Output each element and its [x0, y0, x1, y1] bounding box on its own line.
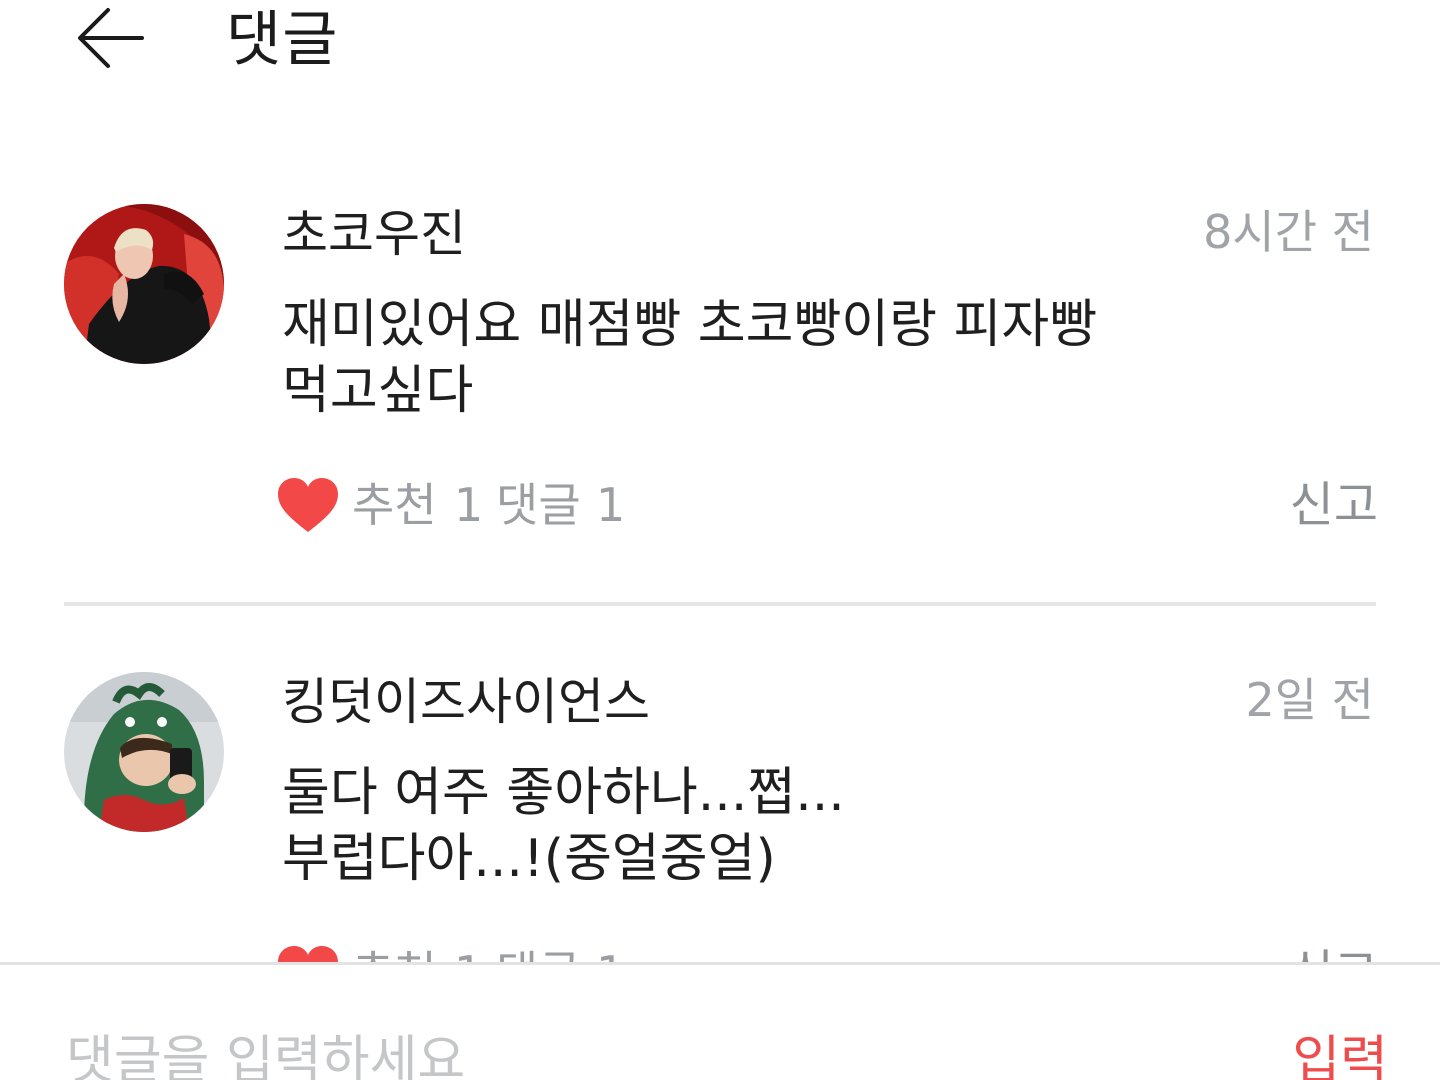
comment-body: 재미있어요 매점빵 초코빵이랑 피자빵 먹고싶다 [282, 292, 1282, 424]
recommend-count: 1 [454, 478, 484, 532]
reply-link[interactable]: 댓글 [496, 942, 581, 964]
recommend-count: 1 [454, 942, 483, 964]
comment-text-line: 재미있어요 매점빵 초코빵이랑 피자빵 [282, 295, 1098, 355]
avatar-image [64, 672, 224, 832]
avatar[interactable] [64, 672, 224, 832]
comment-author[interactable]: 초코우진 [282, 202, 466, 266]
comment-text-line: 먹고싶다 [282, 361, 474, 421]
recommend-button[interactable] [278, 478, 338, 534]
comment-time: 8시간 전 [1203, 205, 1374, 259]
divider [64, 602, 1376, 606]
comment-text-line: 둘다 여주 좋아하나...쩝... [282, 763, 845, 823]
report-button[interactable]: 신고 [1290, 942, 1378, 964]
page-title: 댓글 [226, 5, 339, 75]
arrow-left-icon [78, 8, 144, 68]
comment-actions: 추천 1 댓글 1 신고 [278, 474, 1378, 538]
back-button[interactable] [72, 2, 148, 74]
heart-icon [278, 478, 338, 532]
avatar[interactable] [64, 204, 224, 364]
recommend-label: 추천 [352, 478, 437, 532]
reply-link[interactable]: 댓글 [496, 474, 581, 536]
comment-item: 초코우진 8시간 전 재미있어요 매점빵 초코빵이랑 피자빵 먹고싶다 추천 1… [0, 200, 1440, 606]
comment-actions: 추천 1 댓글 1 신고 [278, 942, 1378, 964]
recommend-label: 추천 [352, 942, 437, 964]
reply-count: 1 [596, 478, 626, 532]
comment-time: 2일 전 [1245, 673, 1374, 727]
comments-screen: 댓글 초코우진 8시간 전 재미있어요 매점빵 초코빵이랑 피자빵 먹고싶다 추… [0, 0, 1440, 1080]
avatar-image [64, 204, 224, 364]
submit-button[interactable]: 입력 [1292, 1029, 1388, 1080]
comment-input[interactable] [66, 1029, 1246, 1080]
reply-count: 1 [596, 942, 625, 964]
comment-input-bar: 입력 [0, 962, 1440, 1080]
report-button[interactable]: 신고 [1290, 474, 1378, 536]
comment-list[interactable]: 초코우진 8시간 전 재미있어요 매점빵 초코빵이랑 피자빵 먹고싶다 추천 1… [0, 200, 1440, 964]
comment-author[interactable]: 킹덧이즈사이언스 [282, 670, 650, 734]
comment-body: 둘다 여주 좋아하나...쩝... 부럽다아...!(중얼중얼) [282, 760, 1282, 892]
comment-text-line: 부럽다아...!(중얼중얼) [282, 829, 776, 889]
header: 댓글 [0, 0, 1440, 90]
comment-item: 킹덧이즈사이언스 2일 전 둘다 여주 좋아하나...쩝... 부럽다아...!… [0, 668, 1440, 964]
